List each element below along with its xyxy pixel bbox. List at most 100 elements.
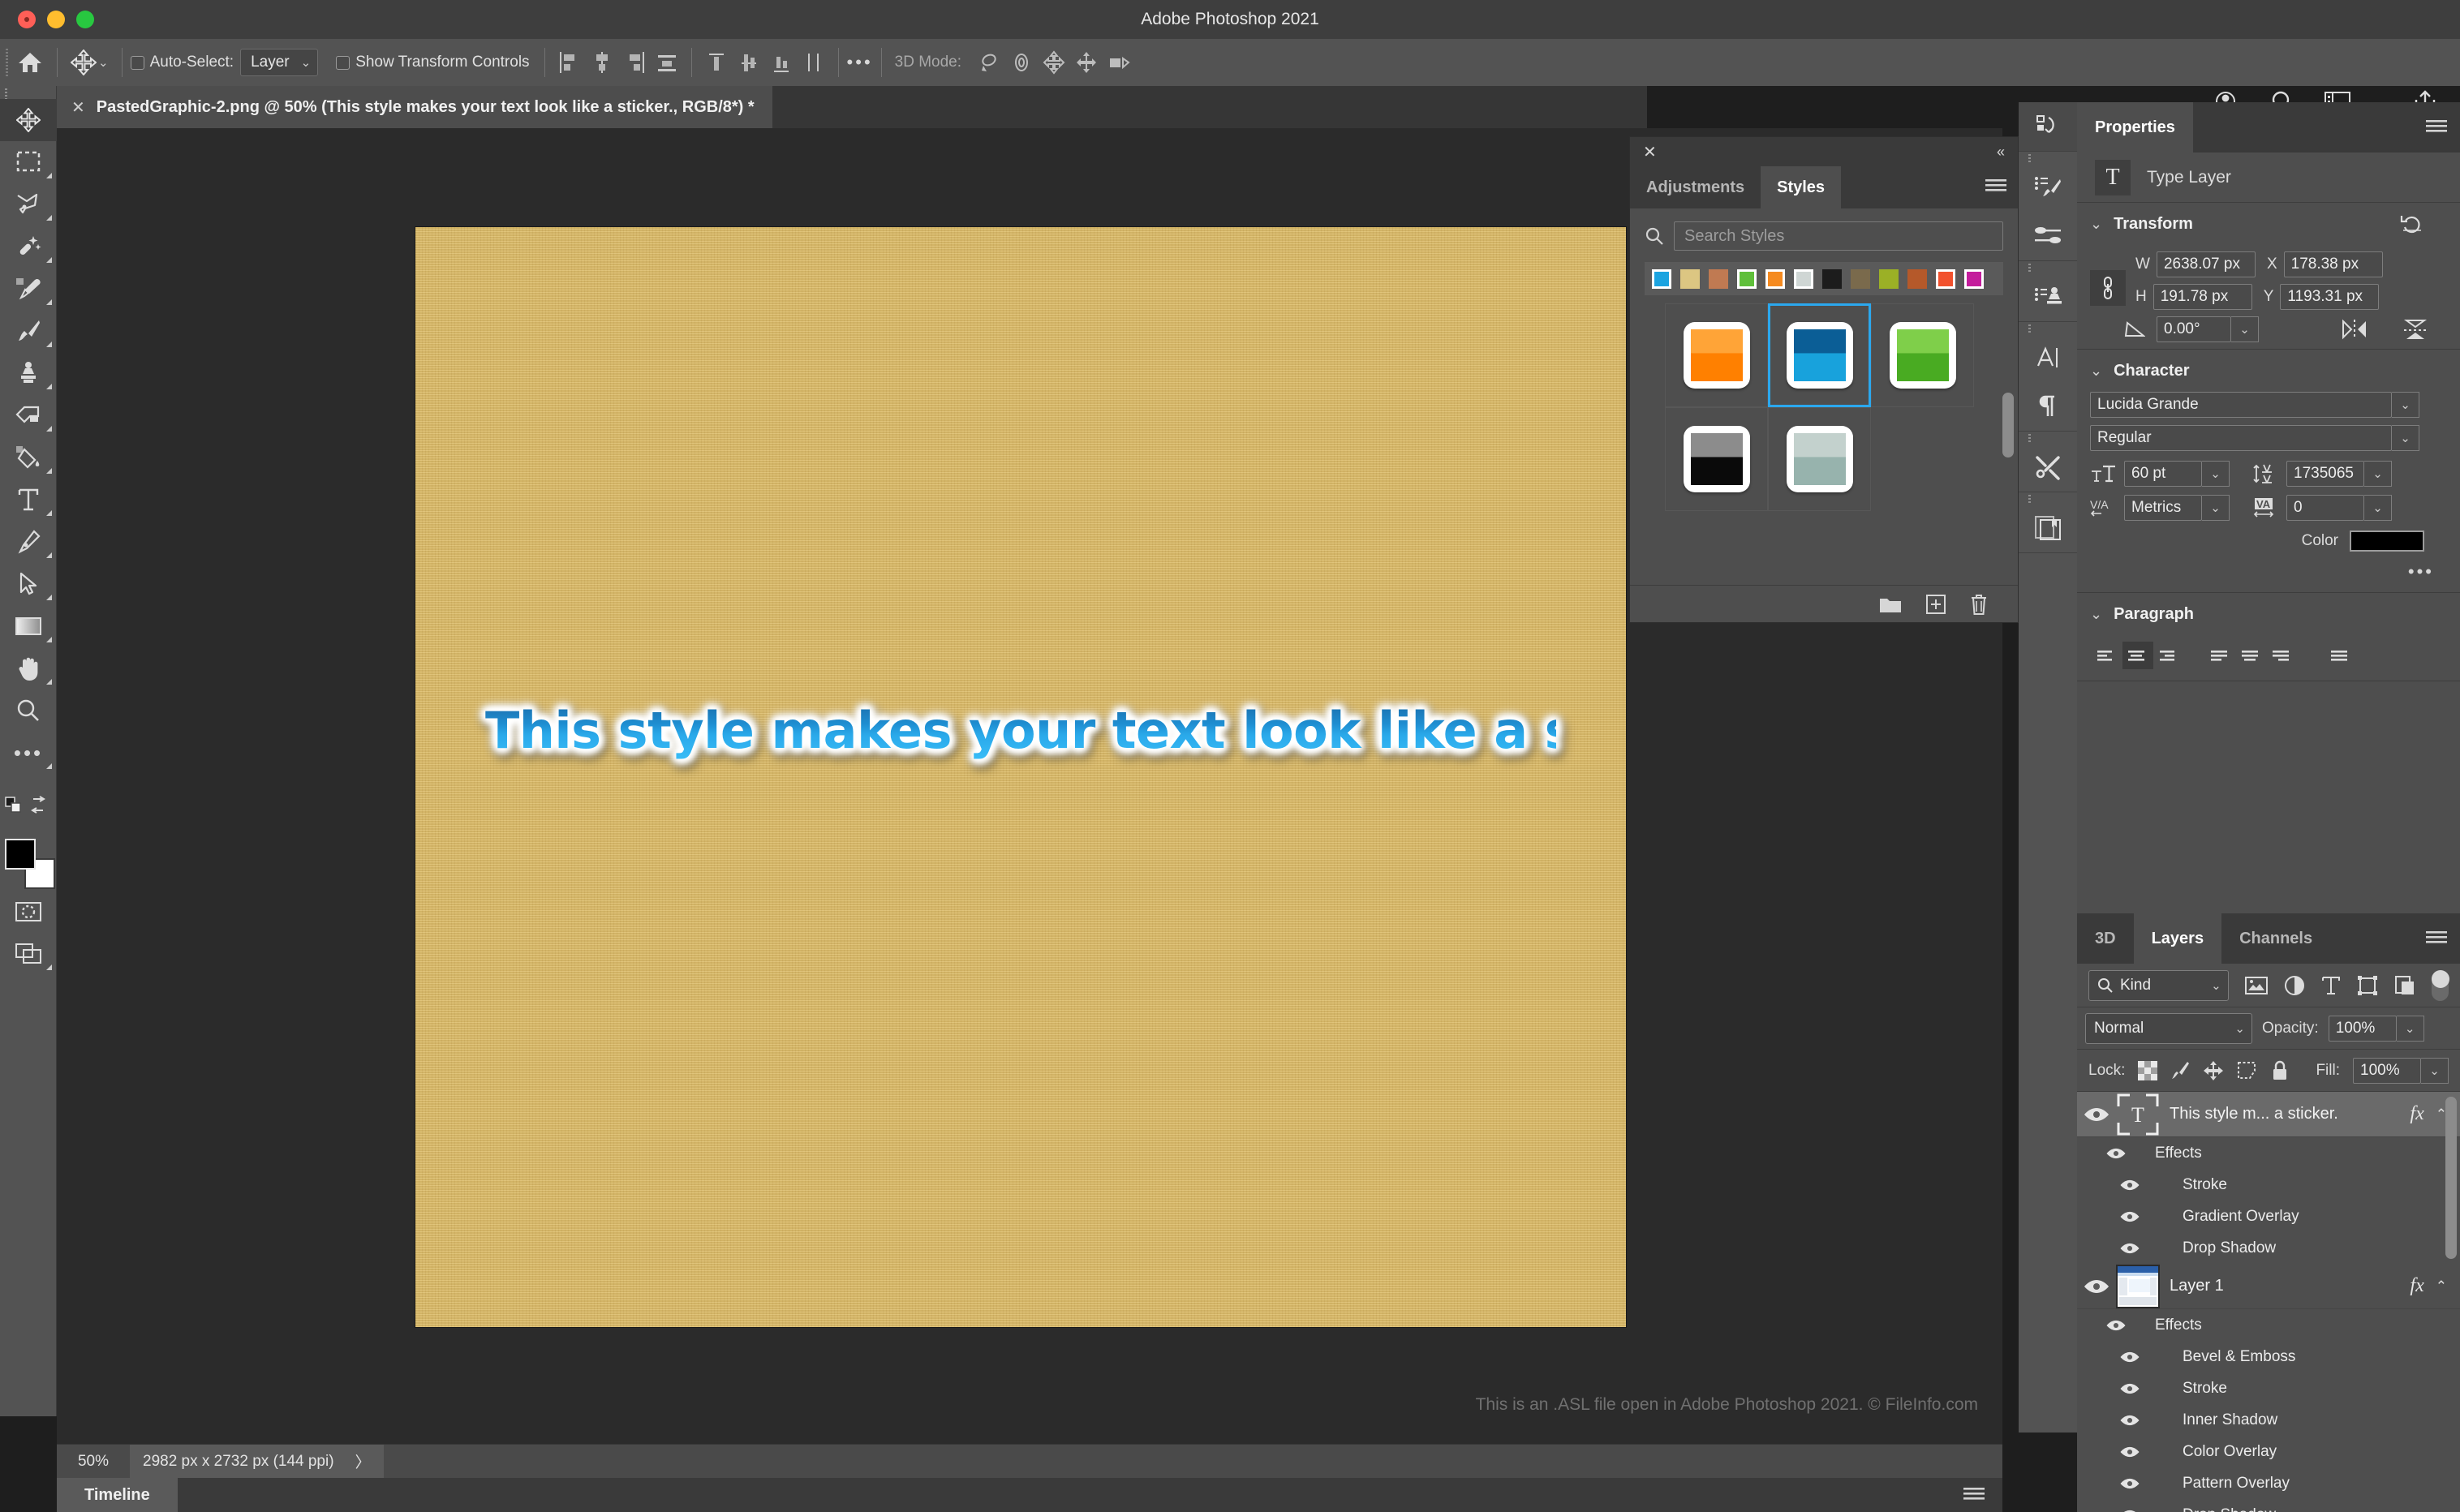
y-input[interactable]: 1193.31 px: [2280, 284, 2380, 310]
tracking-input[interactable]: 0: [2286, 495, 2364, 521]
effect-visibility-icon[interactable]: [2077, 1509, 2183, 1512]
lock-all-icon[interactable]: [2271, 1060, 2289, 1081]
fill-input[interactable]: 100%: [2353, 1057, 2421, 1084]
style-thumb-gray-green-sticker-style[interactable]: [1768, 407, 1871, 511]
libraries-icon[interactable]: [2019, 504, 2077, 552]
rail-grip[interactable]: [2019, 492, 2077, 504]
font-family-input[interactable]: Lucida Grande: [2090, 392, 2392, 418]
style-swatch-10[interactable]: [1932, 265, 1959, 292]
new-group-icon[interactable]: [1878, 594, 1903, 615]
angle-chevron-down-icon[interactable]: ⌄: [2231, 316, 2259, 342]
angle-input[interactable]: 0.00°: [2157, 316, 2231, 342]
font-size-field[interactable]: 60 pt ⌄: [2124, 461, 2230, 487]
style-swatch-7[interactable]: [1847, 265, 1873, 292]
artboard[interactable]: This style makes your text look like a s…: [415, 227, 1746, 1327]
width-input[interactable]: 2638.07 px: [2156, 251, 2256, 277]
foreground-color-swatch[interactable]: [5, 839, 36, 870]
rail-grip[interactable]: [2019, 152, 2077, 163]
edit-toolbar-tool[interactable]: •••: [0, 732, 57, 774]
brush-settings-icon[interactable]: [2019, 163, 2077, 212]
gradient-tool[interactable]: [0, 605, 57, 647]
layer-list[interactable]: T This style m... a sticker. fx ⌃ Effects Str…: [2077, 1092, 2460, 1512]
hand-tool[interactable]: [0, 647, 57, 689]
style-swatch-1[interactable]: [1676, 265, 1703, 292]
layer-effect-item[interactable]: Color Overlay: [2077, 1436, 2460, 1467]
timeline-menu-icon[interactable]: [1963, 1486, 1985, 1502]
tab-properties[interactable]: Properties: [2077, 102, 2193, 152]
tool-chevron-down-icon[interactable]: ⌄: [98, 55, 109, 70]
effect-visibility-icon[interactable]: [2077, 1477, 2183, 1490]
align-bottom-edges-icon[interactable]: [765, 46, 798, 79]
style-thumb-green-sticker-style[interactable]: [1871, 303, 1974, 407]
delete-icon[interactable]: [1969, 593, 1989, 616]
effects-visibility-icon[interactable]: [2077, 1147, 2155, 1160]
brush-presets-icon[interactable]: [2019, 212, 2077, 260]
layer-effects-group[interactable]: Effects: [2077, 1137, 2460, 1169]
tab-timeline[interactable]: Timeline: [57, 1478, 178, 1512]
align-text-right-icon[interactable]: [2153, 642, 2184, 669]
pen-tool[interactable]: [0, 521, 57, 563]
clone-source-icon[interactable]: [2019, 273, 2077, 321]
chevron-down-icon[interactable]: ⌄: [2090, 363, 2102, 380]
blend-mode-dropdown[interactable]: Normal ⌄: [2085, 1012, 2252, 1044]
effects-visibility-icon[interactable]: [2077, 1319, 2155, 1332]
layer-effect-item[interactable]: Stroke: [2077, 1169, 2460, 1201]
character-more-icon[interactable]: •••: [2408, 561, 2434, 582]
tool-presets-icon[interactable]: [2019, 443, 2077, 492]
font-style-field[interactable]: Regular ⌄: [2090, 425, 2447, 451]
tracking-chevron-down-icon[interactable]: ⌄: [2364, 495, 2392, 521]
screen-mode-tool[interactable]: [0, 933, 57, 975]
roll-3d-icon[interactable]: [1005, 46, 1038, 79]
tab-channels[interactable]: Channels: [2221, 913, 2330, 964]
align-text-left-icon[interactable]: [2092, 642, 2122, 669]
align-text-center-icon[interactable]: [2122, 642, 2153, 669]
brush-tool[interactable]: [0, 310, 57, 352]
quick-mask-mode-tool[interactable]: [0, 891, 57, 933]
slide-3d-icon[interactable]: [1070, 46, 1103, 79]
status-expand-icon[interactable]: 〉: [355, 1450, 371, 1472]
layer-fx-icon[interactable]: fx: [2410, 1103, 2435, 1125]
flip-vertical-icon[interactable]: [2402, 318, 2429, 341]
paragraph-header[interactable]: ⌄ Paragraph: [2077, 593, 2460, 635]
rectangular-marquee-tool[interactable]: [0, 141, 57, 183]
paragraph-icon[interactable]: [2019, 382, 2077, 431]
effect-visibility-icon[interactable]: [2077, 1210, 2183, 1223]
table-row[interactable]: Layer 1 fx ⌃: [2077, 1264, 2460, 1309]
kerning-input[interactable]: Metrics: [2124, 495, 2202, 521]
auto-select-checkbox[interactable]: [130, 55, 144, 70]
style-swatch-6[interactable]: [1818, 265, 1845, 292]
justify-last-center-icon[interactable]: [2236, 642, 2267, 669]
justify-all-icon[interactable]: [2325, 642, 2356, 669]
text-color-swatch[interactable]: [2350, 530, 2424, 552]
font-family-chevron-down-icon[interactable]: ⌄: [2392, 392, 2419, 418]
table-row[interactable]: T This style m... a sticker. fx ⌃: [2077, 1092, 2460, 1137]
style-swatch-11[interactable]: [1960, 265, 1987, 292]
leading-field[interactable]: 1735065 ⌄: [2286, 461, 2392, 487]
styles-panel-menu-icon[interactable]: [1985, 178, 2006, 194]
paint-bucket-tool[interactable]: [0, 436, 57, 479]
leading-input[interactable]: 1735065: [2286, 461, 2364, 487]
options-bar-grip[interactable]: [3, 49, 11, 76]
style-thumb-orange-sticker-style[interactable]: [1665, 303, 1768, 407]
lock-position-icon[interactable]: [2203, 1060, 2224, 1081]
opacity-chevron-down-icon[interactable]: ⌄: [2396, 1015, 2424, 1042]
justify-last-left-icon[interactable]: [2205, 642, 2236, 669]
layer-fx-icon[interactable]: fx: [2410, 1275, 2435, 1297]
clone-stamp-tool[interactable]: [0, 352, 57, 394]
lasso-tool[interactable]: [0, 183, 57, 226]
effect-visibility-icon[interactable]: [2077, 1445, 2183, 1458]
type-tool[interactable]: [0, 479, 57, 521]
layers-scrollbar[interactable]: [2445, 1097, 2457, 1259]
style-swatch-2[interactable]: [1705, 265, 1731, 292]
style-swatch-3[interactable]: [1733, 265, 1760, 292]
close-window-button[interactable]: [18, 11, 36, 28]
link-icon[interactable]: [2090, 270, 2126, 306]
effect-visibility-icon[interactable]: [2077, 1242, 2183, 1255]
kerning-chevron-down-icon[interactable]: ⌄: [2202, 495, 2230, 521]
style-thumb-black-sticker-style[interactable]: [1665, 407, 1768, 511]
align-distribute-icon[interactable]: [651, 46, 683, 79]
style-swatch-8[interactable]: [1875, 265, 1902, 292]
tab-layers[interactable]: Layers: [2133, 913, 2222, 964]
style-swatch-9[interactable]: [1903, 265, 1930, 292]
pixel-filter-icon[interactable]: [2244, 976, 2268, 995]
